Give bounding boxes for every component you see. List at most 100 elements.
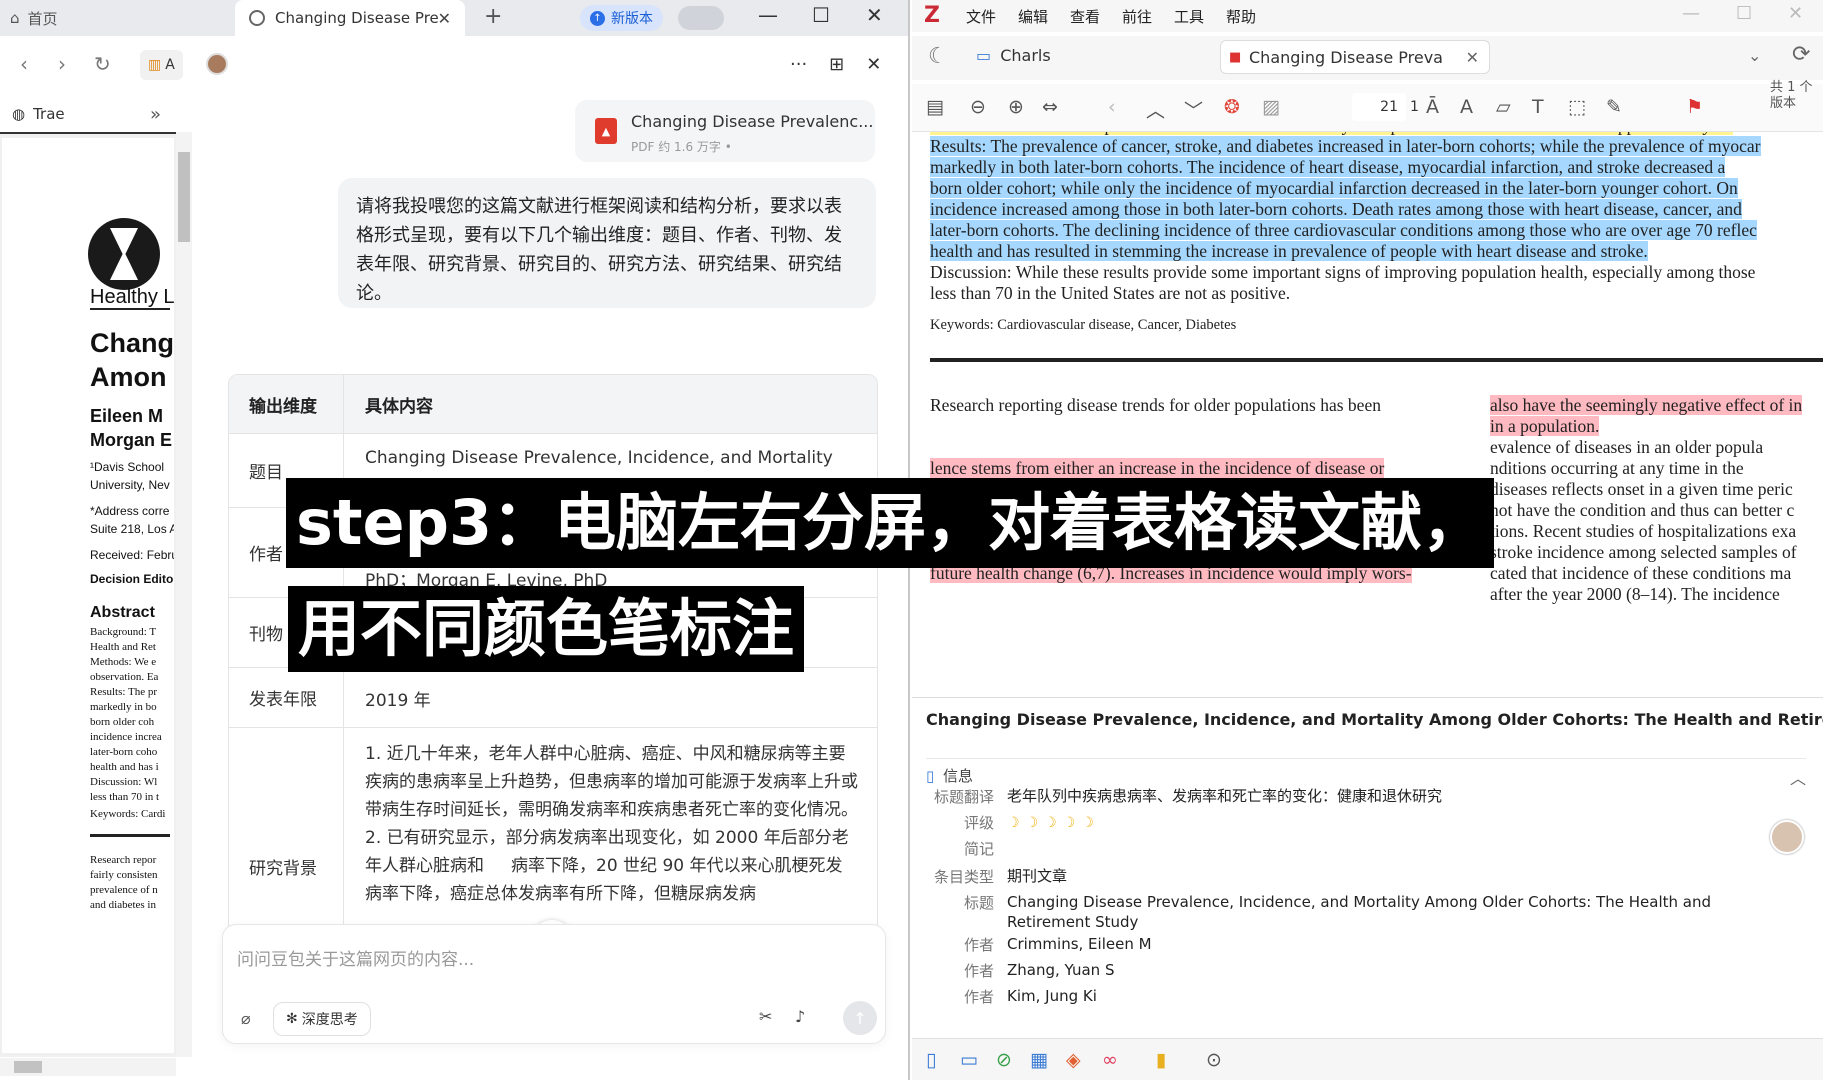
preview-abstract-line: Discussion: Wl <box>90 776 158 788</box>
scissors-icon[interactable]: ✂ <box>759 1007 772 1026</box>
text-icon[interactable]: T <box>1532 96 1544 118</box>
avatar[interactable] <box>206 53 228 75</box>
home-icon: ⌂ <box>10 9 20 27</box>
area-select-icon[interactable]: ⬚ <box>1568 96 1586 118</box>
abstract-icon[interactable]: ▭ <box>960 1049 978 1071</box>
folder-icon: ▭ <box>976 46 992 65</box>
pdf-text-line: Discussion: While these results provide … <box>930 261 1755 284</box>
pdf-text-line: nditions occurring at any time in the <box>1490 457 1744 480</box>
highlighted-text: markedly in both later-born cohorts. The… <box>930 157 1726 177</box>
page-number-input[interactable]: 21 <box>1352 93 1406 121</box>
info-field-row[interactable]: 标题翻译 老年队列中疾病患病率、发病率和死亡率的变化：健康和退休研究 <box>912 786 1823 810</box>
double-chevron-icon[interactable]: » <box>150 104 161 125</box>
more-icon[interactable]: ··· <box>790 54 807 84</box>
pdf-preview-scrollbar[interactable] <box>176 132 192 1057</box>
preview-abstract-line: health and has i <box>90 761 159 773</box>
avatar[interactable] <box>1770 820 1804 854</box>
table-value-cell: 1. 近几十年来，老年人群中心脏病、癌症、中风和糖尿病等主要疾病的患病率呈上升趋… <box>365 744 858 904</box>
rating-icon[interactable]: ☽ <box>1044 815 1057 831</box>
moon-icon[interactable]: ☾ <box>928 44 948 69</box>
ai-icon[interactable]: ❂ <box>1224 96 1240 118</box>
rating-icon[interactable]: ☽ <box>1026 815 1039 831</box>
info-field-row[interactable]: 简记 <box>912 838 1823 862</box>
close-panel-icon[interactable]: ✕ <box>866 54 881 84</box>
menu-tools[interactable]: 工具 <box>1174 6 1204 27</box>
tag-icon[interactable]: ◈ <box>1066 1049 1081 1071</box>
ink-icon[interactable]: ✎ <box>1606 96 1622 118</box>
maximize-button[interactable]: ☐ <box>812 3 830 27</box>
menu-edit[interactable]: 编辑 <box>1018 6 1048 27</box>
chat-input-box[interactable]: 问问豆包关于这篇网页的内容... ⌀ ✻ 深度思考 ✂ ♪ ↑ <box>222 924 886 1044</box>
caption-line-2: 用不同颜色笔标注 <box>288 586 805 672</box>
minimize-button[interactable]: — <box>1682 3 1700 24</box>
info-field-row[interactable]: 标题 Changing Disease Prevalence, Incidence… <box>912 892 1823 931</box>
highlight-text-icon[interactable]: A <box>1460 96 1473 118</box>
tab-label: Changing Disease Pre <box>275 9 439 27</box>
zoom-out-icon[interactable]: ⊖ <box>970 96 986 118</box>
menu-file[interactable]: 文件 <box>966 6 996 27</box>
library-icon[interactable]: ▦ <box>1030 1049 1048 1071</box>
info-section-header[interactable]: ▯ 信息 ︿ <box>926 758 1806 788</box>
new-version-badge[interactable]: ↑ 新版本 <box>580 5 663 31</box>
maximize-button[interactable]: ☐ <box>1736 3 1752 24</box>
rating-icon[interactable]: ☽ <box>1063 815 1076 831</box>
info-field-value: Zhang, Yuan S <box>1007 961 1115 979</box>
tab-active[interactable]: Changing Disease Pre ✕ <box>235 0 465 36</box>
info-field-row[interactable]: 作者 Crimmins, Eileen M <box>912 934 1823 958</box>
microphone-icon[interactable]: ♪ <box>795 1007 805 1026</box>
prev-page-icon[interactable]: ︿ <box>1146 96 1165 123</box>
reload-icon[interactable]: ↻ <box>94 52 111 76</box>
attached-doc-card[interactable]: ▲ Changing Disease Prevalenc... PDF 约 1.… <box>575 100 875 162</box>
preview-abstract-line: observation. Ea <box>90 671 159 683</box>
pdf-tools-icon[interactable]: ⚑ <box>1686 96 1703 118</box>
info-icon[interactable]: ▯ <box>926 1049 936 1071</box>
zoom-in-icon[interactable]: ⊕ <box>1008 96 1024 118</box>
rating-icon[interactable]: ☽ <box>1007 815 1020 831</box>
minimize-button[interactable]: — <box>758 3 778 27</box>
library-tab[interactable]: ▭ Charls <box>976 46 1051 65</box>
info-field-row[interactable]: 作者 Zhang, Yuan S <box>912 960 1823 984</box>
note-icon[interactable]: ▱ <box>1496 96 1511 118</box>
attachment-icon[interactable]: ⊘ <box>996 1049 1012 1071</box>
sync-icon[interactable]: ⟳ <box>1792 42 1810 67</box>
next-page-icon[interactable]: ﹀ <box>1184 96 1203 123</box>
paperclip-icon[interactable]: ⌀ <box>241 1009 263 1031</box>
horizontal-scrollbar[interactable] <box>0 1058 176 1076</box>
close-tab-icon[interactable]: ✕ <box>438 9 451 28</box>
close-window-button[interactable]: ✕ <box>1788 3 1803 24</box>
document-tab[interactable]: ■ Changing Disease Preva ✕ <box>1220 40 1490 74</box>
image-icon[interactable]: ▨ <box>1262 96 1280 118</box>
preview-keywords: Keywords: Cardi <box>90 808 166 820</box>
chevron-down-icon[interactable]: ⌄ <box>1748 46 1761 65</box>
send-button[interactable]: ↑ <box>843 1001 877 1035</box>
fit-width-icon[interactable]: ⇔ <box>1042 96 1058 118</box>
rating-icon[interactable]: ☽ <box>1081 815 1094 831</box>
new-tab-button[interactable]: + <box>484 4 502 29</box>
close-window-button[interactable]: ✕ <box>866 3 883 27</box>
deep-think-button[interactable]: ✻ 深度思考 <box>273 1002 371 1036</box>
tab-home[interactable]: ⌂ 首页 <box>10 0 235 36</box>
close-tab-icon[interactable]: ✕ <box>1466 48 1479 67</box>
bookmark-trae[interactable]: Trae <box>33 105 65 123</box>
grid-icon[interactable]: ⊞ <box>829 54 844 84</box>
sidebar-toggle-icon[interactable]: ▤ <box>926 96 944 118</box>
preview-abstract-line: later-born coho <box>90 746 158 758</box>
menu-help[interactable]: 帮助 <box>1226 6 1256 27</box>
menu-view[interactable]: 查看 <box>1070 6 1100 27</box>
reader-button[interactable]: ▥ A <box>140 50 183 80</box>
preview-received: Received: Febru <box>90 548 174 562</box>
pdf-reader-view[interactable]: observation. Each of the paired cohorts … <box>912 132 1823 697</box>
info-field-row[interactable]: 作者 Kim, Jung Ki <box>912 986 1823 1010</box>
profile-switcher[interactable] <box>678 6 724 30</box>
info-field-row[interactable]: 评级 ☽ ☽ ☽ ☽ ☽ <box>912 812 1823 836</box>
locate-icon[interactable]: ⊙ <box>1206 1049 1222 1071</box>
back-icon[interactable]: ‹ <box>20 52 28 76</box>
text-box-icon[interactable]: Ā <box>1426 96 1439 118</box>
notes-icon[interactable]: ▮ <box>1156 1049 1166 1071</box>
forward-icon[interactable]: › <box>58 52 66 76</box>
related-icon[interactable]: ∞ <box>1102 1049 1118 1071</box>
menu-go[interactable]: 前往 <box>1122 6 1152 27</box>
info-field-row[interactable]: 条目类型 期刊文章 <box>912 866 1823 890</box>
highlighted-text: born older cohort; while only the incide… <box>930 178 1738 198</box>
back-icon[interactable]: ‹ <box>1108 96 1116 118</box>
